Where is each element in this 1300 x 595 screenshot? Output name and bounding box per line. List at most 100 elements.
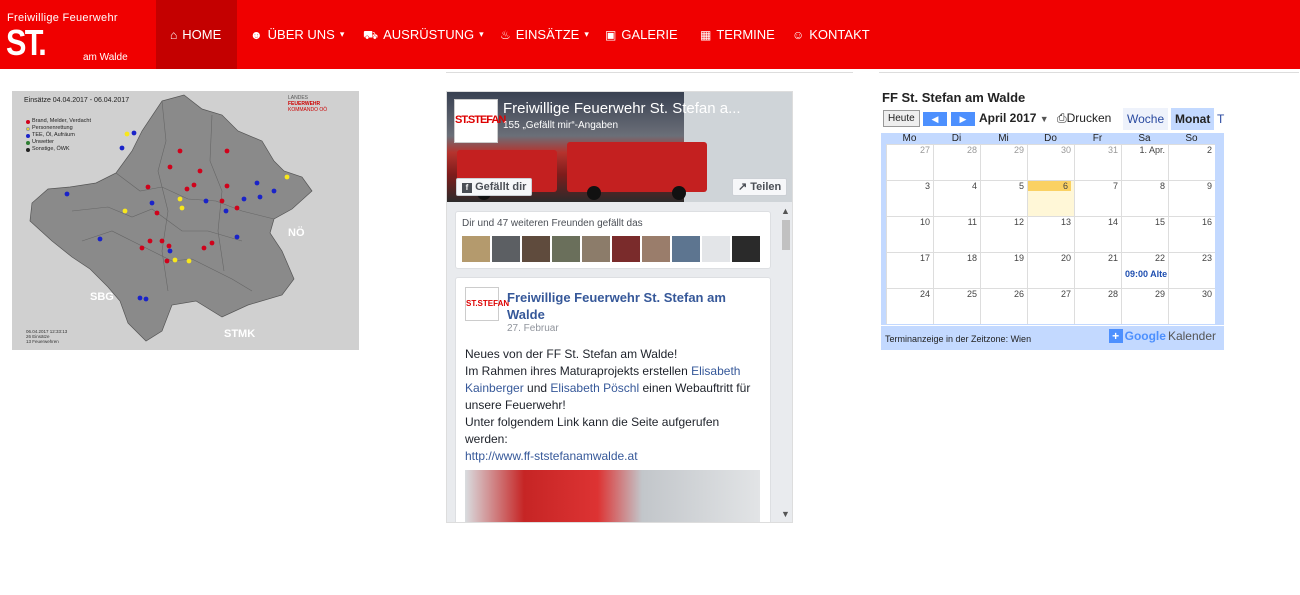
nav-ueber-uns[interactable]: ☻ ÜBER UNS ▾ <box>250 0 344 69</box>
calendar-day-cell[interactable]: 24 <box>886 288 933 324</box>
nav-ausruestung[interactable]: ⛟ AUSRÜSTUNG ▾ <box>363 0 484 69</box>
calendar-day-cell[interactable]: 19 <box>980 252 1027 288</box>
calendar-day-cell[interactable]: 23 <box>1168 252 1215 288</box>
calendar-day-cell[interactable]: 3 <box>886 180 933 216</box>
calendar-day-cell[interactable]: 29 <box>1121 288 1168 324</box>
day-number: 29 <box>1013 145 1024 155</box>
day-number: 7 <box>1112 181 1118 191</box>
fb-share-button[interactable]: ↗ Teilen <box>732 178 788 196</box>
fb-scrollbar[interactable]: ▲ ▼ <box>779 206 792 522</box>
day-number: 20 <box>1060 253 1071 263</box>
calendar-day-cell[interactable]: 11 <box>933 216 980 252</box>
day-number: 15 <box>1154 217 1165 227</box>
map-label-stmk: STMK <box>224 328 256 340</box>
fb-like-button[interactable]: f Gefällt dir <box>456 178 533 196</box>
calendar-day-cell[interactable]: 27 <box>886 144 933 180</box>
fb-post-date[interactable]: 27. Februar <box>507 323 559 334</box>
einsatz-map[interactable]: Einsätze 04.04.2017 - 06.04.2017 Brand, … <box>12 91 359 350</box>
next-month-button[interactable]: ▶ <box>951 112 975 126</box>
calendar-day-cell[interactable]: 27 <box>1027 288 1074 324</box>
avatar[interactable] <box>612 236 640 262</box>
calendar-day-cell[interactable]: 9 <box>1168 180 1215 216</box>
day-number: 21 <box>1107 253 1118 263</box>
nav-einsaetze[interactable]: ♨ EINSÄTZE ▾ <box>500 0 589 69</box>
tab-agenda[interactable]: T <box>1215 108 1226 130</box>
tab-month[interactable]: Monat <box>1171 108 1215 130</box>
nav-kontakt-label: KONTAKT <box>809 27 870 42</box>
avatar[interactable] <box>672 236 700 262</box>
calendar-day-cell[interactable]: 10 <box>886 216 933 252</box>
calendar-day-cell[interactable]: 14 <box>1074 216 1121 252</box>
nav-einsaetze-label: EINSÄTZE <box>515 27 580 42</box>
nav-galerie[interactable]: ▣ GALERIE <box>605 0 678 69</box>
avatar[interactable] <box>702 236 730 262</box>
calendar-day-cell[interactable]: 21 <box>1074 252 1121 288</box>
calendar-day-cell[interactable]: 28 <box>933 144 980 180</box>
map-title: Einsätze 04.04.2017 - 06.04.2017 <box>24 97 130 104</box>
calendar-month-label[interactable]: April 2017 ▼ <box>979 111 1049 125</box>
prev-month-button[interactable]: ◀ <box>923 112 947 126</box>
tab-week[interactable]: Woche <box>1123 108 1169 130</box>
fb-mention-link[interactable]: Elisabeth Pöschl <box>550 381 639 395</box>
fb-post-image[interactable] <box>465 470 760 522</box>
calendar-day-cell[interactable]: 7 <box>1074 180 1121 216</box>
chevron-down-icon[interactable]: ▼ <box>781 509 790 519</box>
calendar-day-cell[interactable]: 30 <box>1168 288 1215 324</box>
avatar[interactable] <box>582 236 610 262</box>
avatar[interactable] <box>462 236 490 262</box>
plus-icon: + <box>1108 329 1123 343</box>
avatar[interactable] <box>522 236 550 262</box>
fb-page-name[interactable]: Freiwillige Feuerwehr St. Stefan a... <box>503 100 788 117</box>
fb-cover-image[interactable]: ST.STEFAN Freiwillige Feuerwehr St. Stef… <box>447 92 792 202</box>
calendar-day-cell[interactable]: 29 <box>980 144 1027 180</box>
today-button[interactable]: Heute <box>883 110 920 127</box>
calendar-day-cell[interactable]: 31 <box>1074 144 1121 180</box>
fb-post-link[interactable]: http://www.ff-ststefanamwalde.at <box>465 448 765 465</box>
avatar[interactable] <box>492 236 520 262</box>
avatar[interactable] <box>642 236 670 262</box>
calendar-event[interactable]: 09:00 Alte <box>1125 269 1167 279</box>
fire-icon: ♨ <box>500 27 511 42</box>
nav-kontakt[interactable]: ☺ KONTAKT <box>792 0 870 69</box>
fb-post-avatar[interactable]: ST.STEFAN <box>465 287 509 321</box>
landesfeuerwehr-badge: LANDES FEUERWEHR KOMMANDO OÖ <box>288 95 348 117</box>
calendar-day-cell[interactable]: 25 <box>933 288 980 324</box>
fb-page-avatar[interactable]: ST.STEFAN <box>454 99 506 143</box>
calendar-day-cell[interactable]: 16 <box>1168 216 1215 252</box>
calendar-day-cell[interactable]: 2 <box>1168 144 1215 180</box>
calendar-day-cell[interactable]: 20 <box>1027 252 1074 288</box>
nav-home[interactable]: ⌂ HOME <box>156 0 237 69</box>
calendar-day-cell[interactable]: 4 <box>933 180 980 216</box>
day-number: 26 <box>1013 289 1024 299</box>
calendar-day-cell[interactable]: 15 <box>1121 216 1168 252</box>
facebook-page-plugin[interactable]: ST.STEFAN Freiwillige Feuerwehr St. Stef… <box>446 91 793 523</box>
day-number: 14 <box>1107 217 1118 227</box>
fb-post-author[interactable]: Freiwillige Feuerwehr St. Stefan am Wald… <box>507 289 757 323</box>
calendar-day-cell[interactable]: 26 <box>980 288 1027 324</box>
calendar-day-cell[interactable]: 17 <box>886 252 933 288</box>
calendar-day-cell[interactable]: 12 <box>980 216 1027 252</box>
avatar[interactable] <box>732 236 760 262</box>
calendar-day-cell[interactable]: 5 <box>980 180 1027 216</box>
wheel-shape <box>587 186 601 200</box>
avatar[interactable] <box>552 236 580 262</box>
calendar-day-cell[interactable]: 1. Apr. <box>1121 144 1168 180</box>
calendar-day-cell[interactable]: 13 <box>1027 216 1074 252</box>
google-calendar-button[interactable]: + Google Kalender <box>1108 329 1216 343</box>
day-number: 28 <box>1107 289 1118 299</box>
print-button[interactable]: ⎙Drucken <box>1057 111 1111 126</box>
calendar-day-cell[interactable]: 18 <box>933 252 980 288</box>
weekday-header: So <box>1185 133 1198 144</box>
nav-termine[interactable]: ▦ TERMINE <box>700 0 775 69</box>
calendar-day-cell[interactable]: 28 <box>1074 288 1121 324</box>
calendar-day-cell[interactable]: 8 <box>1121 180 1168 216</box>
day-number: 5 <box>1018 181 1024 191</box>
legend-dot-icon <box>26 133 30 138</box>
day-number: 10 <box>919 217 930 227</box>
site-logo[interactable]: Freiwillige Feuerwehr ST. STEFAN am Wald… <box>3 10 143 105</box>
calendar-day-cell[interactable]: 6 <box>1027 180 1074 216</box>
chevron-up-icon[interactable]: ▲ <box>781 206 790 216</box>
scrollbar-thumb[interactable] <box>782 220 790 250</box>
facebook-icon: f <box>462 183 472 193</box>
calendar-day-cell[interactable]: 30 <box>1027 144 1074 180</box>
